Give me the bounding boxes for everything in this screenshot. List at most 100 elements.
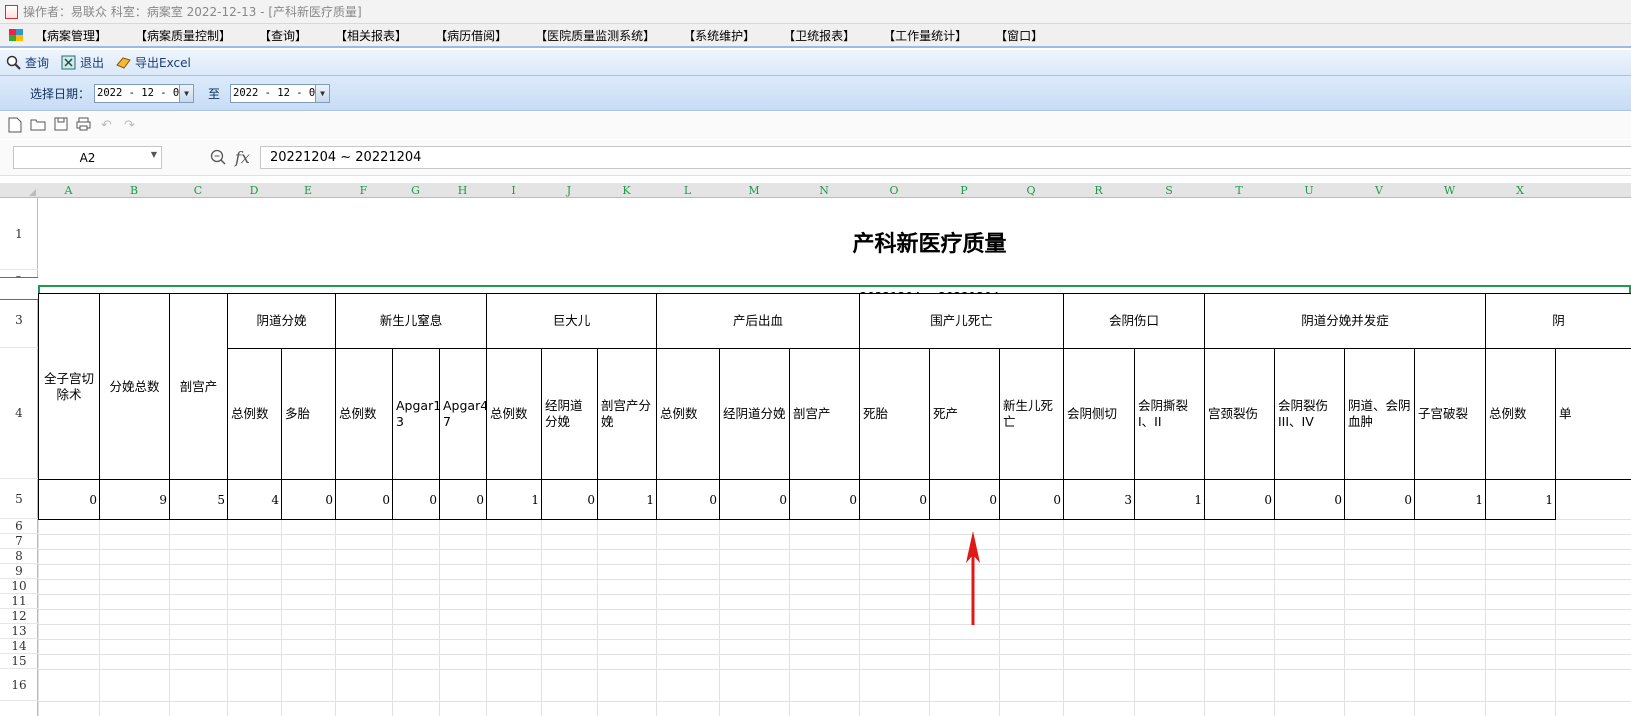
save-icon[interactable] bbox=[52, 117, 69, 134]
value-cell[interactable]: 0 bbox=[859, 479, 930, 520]
row-header-13[interactable]: 13 bbox=[0, 624, 38, 639]
row-header-3[interactable]: 3 bbox=[0, 293, 38, 348]
value-cell[interactable]: 1 bbox=[1134, 479, 1205, 520]
column-header-o[interactable]: O bbox=[859, 183, 929, 198]
value-cell[interactable]: 0 bbox=[541, 479, 598, 520]
open-folder-icon[interactable] bbox=[29, 117, 46, 134]
menu-query[interactable]: 【查询】 bbox=[259, 27, 307, 44]
new-file-icon[interactable] bbox=[6, 117, 23, 134]
start-date-picker[interactable]: 2022 - 12 - 04 ▼ bbox=[94, 83, 195, 103]
value-cell[interactable]: 0 bbox=[1274, 479, 1345, 520]
header-cell[interactable]: 全子宫切除术 bbox=[38, 293, 100, 480]
menu-case-management[interactable]: 【病案管理】 bbox=[35, 27, 107, 44]
column-header-f[interactable]: F bbox=[335, 183, 392, 198]
formula-input[interactable]: 20221204 ~ 20221204 bbox=[259, 146, 1631, 169]
group-header-cell[interactable]: 新生儿窒息 bbox=[335, 293, 487, 349]
column-header-q[interactable]: Q bbox=[999, 183, 1063, 198]
group-header-cell[interactable]: 围产儿死亡 bbox=[859, 293, 1064, 349]
group-header-cell[interactable]: 阴 bbox=[1485, 293, 1631, 349]
sub-header-cell[interactable]: 会阴裂伤III、IV bbox=[1274, 348, 1345, 480]
sub-header-cell[interactable]: 总例数 bbox=[1485, 348, 1556, 480]
sub-header-cell[interactable]: 经阴道分娩 bbox=[719, 348, 790, 480]
column-header-p[interactable]: P bbox=[929, 183, 999, 198]
value-cell[interactable]: 1 bbox=[597, 479, 657, 520]
select-all-corner[interactable] bbox=[0, 183, 38, 198]
sub-header-cell[interactable]: 阴道、会阴血肿 bbox=[1344, 348, 1415, 480]
sub-header-cell[interactable]: 总例数 bbox=[486, 348, 542, 480]
row-header-9[interactable]: 9 bbox=[0, 564, 38, 579]
sub-header-cell[interactable]: 总例数 bbox=[227, 348, 282, 480]
row-header-12[interactable]: 12 bbox=[0, 609, 38, 624]
value-cell[interactable]: 1 bbox=[486, 479, 542, 520]
value-cell[interactable]: 5 bbox=[169, 479, 228, 520]
value-cell[interactable]: 0 bbox=[929, 479, 1000, 520]
column-header-l[interactable]: L bbox=[656, 183, 719, 198]
column-header-a[interactable]: A bbox=[38, 183, 99, 198]
menu-record-borrowing[interactable]: 【病历借阅】 bbox=[435, 27, 507, 44]
sub-header-cell[interactable]: 总例数 bbox=[656, 348, 720, 480]
value-cell[interactable]: 0 bbox=[392, 479, 440, 520]
column-header-n[interactable]: N bbox=[789, 183, 859, 198]
menu-quality-control[interactable]: 【病案质量控制】 bbox=[135, 27, 231, 44]
sub-header-cell[interactable]: 总例数 bbox=[335, 348, 393, 480]
row-header-6[interactable]: 6 bbox=[0, 519, 38, 534]
value-cell[interactable]: 0 bbox=[1204, 479, 1275, 520]
end-date-picker[interactable]: 2022 - 12 - 04 ▼ bbox=[230, 83, 331, 103]
column-header-c[interactable]: C bbox=[169, 183, 227, 198]
sub-header-cell[interactable]: 死产 bbox=[929, 348, 1000, 480]
sub-header-cell[interactable]: 剖宫产分娩 bbox=[597, 348, 657, 480]
row-header-14[interactable]: 14 bbox=[0, 639, 38, 654]
column-header-i[interactable]: I bbox=[486, 183, 541, 198]
print-icon[interactable] bbox=[75, 117, 92, 134]
row-header-1[interactable]: 1 bbox=[0, 198, 38, 270]
column-header-e[interactable]: E bbox=[281, 183, 335, 198]
value-cell[interactable]: 0 bbox=[439, 479, 487, 520]
zoom-icon[interactable] bbox=[209, 149, 227, 167]
header-cell[interactable]: 剖宫产 bbox=[169, 293, 228, 480]
value-cell[interactable]: 0 bbox=[656, 479, 720, 520]
value-cell[interactable]: 0 bbox=[335, 479, 393, 520]
sub-header-cell[interactable]: 会阴侧切 bbox=[1063, 348, 1135, 480]
value-cell[interactable]: 1 bbox=[1414, 479, 1486, 520]
row-header-4[interactable]: 4 bbox=[0, 348, 38, 479]
column-header-b[interactable]: B bbox=[99, 183, 169, 198]
group-header-cell[interactable]: 阴道分娩 bbox=[227, 293, 336, 349]
value-cell[interactable]: 0 bbox=[719, 479, 790, 520]
value-cell[interactable]: 0 bbox=[1344, 479, 1415, 520]
column-header-x[interactable]: X bbox=[1485, 183, 1555, 198]
sub-header-cell[interactable]: 子宫破裂 bbox=[1414, 348, 1486, 480]
sub-header-cell[interactable]: 宫颈裂伤 bbox=[1204, 348, 1275, 480]
menu-window[interactable]: 【窗口】 bbox=[995, 27, 1043, 44]
sub-header-cell[interactable]: 会阴撕裂I、II bbox=[1134, 348, 1205, 480]
row-header-15[interactable]: 15 bbox=[0, 654, 38, 669]
row-header-11[interactable]: 11 bbox=[0, 594, 38, 609]
name-box-dropdown-icon[interactable]: ▼ bbox=[151, 150, 157, 159]
header-cell[interactable]: 分娩总数 bbox=[99, 293, 170, 480]
column-header-v[interactable]: V bbox=[1344, 183, 1414, 198]
value-cell[interactable]: 9 bbox=[99, 479, 170, 520]
column-header-r[interactable]: R bbox=[1063, 183, 1134, 198]
undo-icon[interactable]: ↶ bbox=[98, 117, 115, 134]
menu-related-reports[interactable]: 【相关报表】 bbox=[335, 27, 407, 44]
group-header-cell[interactable]: 产后出血 bbox=[656, 293, 860, 349]
group-header-cell[interactable]: 巨大儿 bbox=[486, 293, 657, 349]
row-header-8[interactable]: 8 bbox=[0, 549, 38, 564]
column-header-k[interactable]: K bbox=[597, 183, 656, 198]
column-header-w[interactable]: W bbox=[1414, 183, 1485, 198]
value-cell[interactable]: 0 bbox=[999, 479, 1064, 520]
menu-workload-statistics[interactable]: 【工作量统计】 bbox=[883, 27, 967, 44]
menu-hospital-quality-monitor[interactable]: 【医院质量监测系统】 bbox=[535, 27, 655, 44]
cell-name-box[interactable]: A2 ▼ bbox=[13, 146, 162, 169]
column-header-s[interactable]: S bbox=[1134, 183, 1204, 198]
sub-header-cell[interactable]: Apgar4-7 bbox=[439, 348, 487, 480]
app-menu-icon[interactable] bbox=[9, 29, 23, 41]
sub-header-cell[interactable]: 剖宫产 bbox=[789, 348, 860, 480]
sub-header-cell[interactable]: 单 bbox=[1555, 348, 1631, 480]
column-header-g[interactable]: G bbox=[392, 183, 439, 198]
value-cell[interactable]: 0 bbox=[281, 479, 336, 520]
menu-health-statistics[interactable]: 【卫统报表】 bbox=[783, 27, 855, 44]
row-header-10[interactable]: 10 bbox=[0, 579, 38, 594]
column-header-t[interactable]: T bbox=[1204, 183, 1274, 198]
value-cell[interactable]: 1 bbox=[1485, 479, 1556, 520]
group-header-cell[interactable]: 会阴伤口 bbox=[1063, 293, 1205, 349]
